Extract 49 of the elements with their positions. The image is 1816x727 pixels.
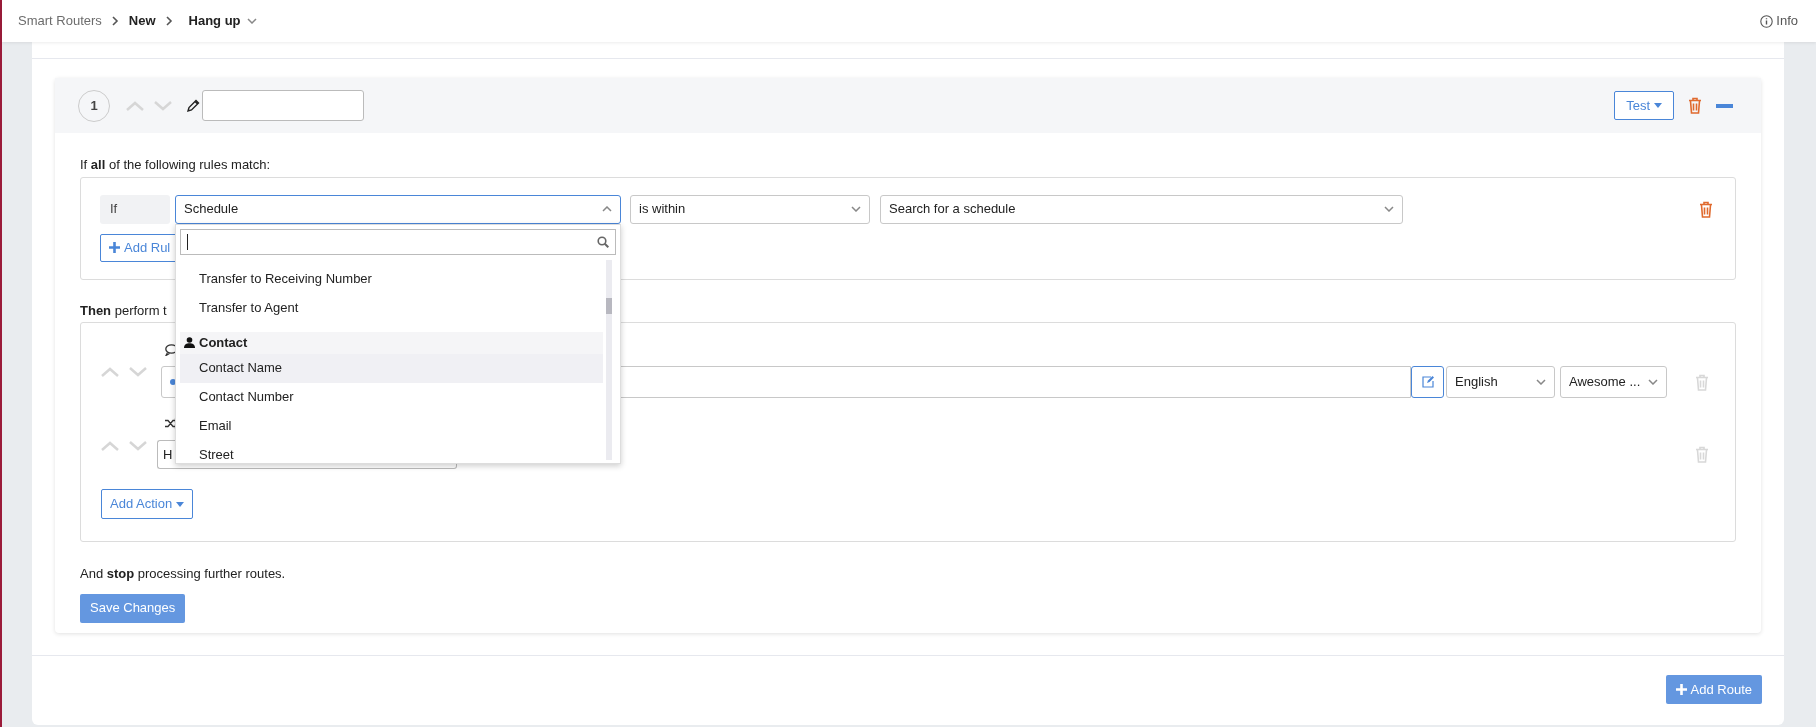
dropdown-option[interactable]: Contact Number <box>180 382 603 412</box>
trash-icon[interactable] <box>1688 97 1702 114</box>
collapse-icon[interactable] <box>1716 103 1733 108</box>
plus-icon <box>109 242 120 253</box>
chevron-icon <box>602 206 612 212</box>
scrollbar-thumb[interactable] <box>606 297 612 314</box>
edit-button[interactable] <box>1411 366 1444 398</box>
dropdown-option[interactable]: Email <box>180 411 603 441</box>
language-select[interactable]: English <box>1446 366 1555 398</box>
trash-icon[interactable] <box>1695 373 1709 391</box>
person-icon <box>184 337 195 348</box>
speech-bubble-icon <box>165 344 178 356</box>
stop-text: And stop processing further routes. <box>80 565 287 583</box>
chevron-right-icon <box>111 16 119 26</box>
operator-select[interactable]: is within <box>630 194 870 224</box>
caret-icon <box>1654 103 1662 108</box>
chevron-icon <box>851 206 861 212</box>
chevron-icon <box>1536 379 1546 385</box>
breadcrumb-link[interactable]: New <box>128 11 156 31</box>
chevron-icon <box>246 18 257 24</box>
pencil-icon <box>186 98 200 113</box>
dropdown-option[interactable]: Transfer to Agent <box>180 293 603 323</box>
caret-icon <box>176 501 185 507</box>
search-icon <box>597 235 609 248</box>
test-button[interactable]: Test <box>1614 91 1674 120</box>
route-name-field[interactable] <box>202 90 364 121</box>
chevron-right-icon <box>165 16 173 26</box>
trash-icon[interactable] <box>1699 200 1713 218</box>
actions-intro-text: Then perform t <box>80 301 167 320</box>
current-page-dropdown[interactable]: Hang up <box>188 11 257 31</box>
info-link[interactable]: Info <box>1760 11 1798 31</box>
shuffle-icon <box>165 418 178 429</box>
dropdown-option[interactable]: Transfer to Receiving Number <box>180 264 603 294</box>
chevron-icon <box>1648 379 1658 385</box>
info-icon <box>1760 14 1774 28</box>
group-header: Contact <box>180 331 603 354</box>
rules-intro-text: If all of the following rules match: <box>80 156 272 174</box>
voice-select[interactable]: Awesome ... <box>1560 366 1667 398</box>
add-action-button[interactable]: Add Action <box>101 489 194 519</box>
trash-icon[interactable] <box>1695 446 1709 463</box>
chevron-icon <box>1384 206 1394 212</box>
if-label: If <box>100 194 170 224</box>
search-field[interactable] <box>180 228 616 255</box>
schedule-select[interactable]: Search for a schedule <box>880 194 1403 224</box>
plus-icon <box>1675 684 1687 695</box>
edit-icon <box>1421 376 1434 388</box>
field-select[interactable]: Schedule <box>175 194 621 224</box>
breadcrumb-link[interactable]: Smart Routers <box>18 11 102 31</box>
dropdown-option[interactable]: Contact Name <box>180 353 603 383</box>
